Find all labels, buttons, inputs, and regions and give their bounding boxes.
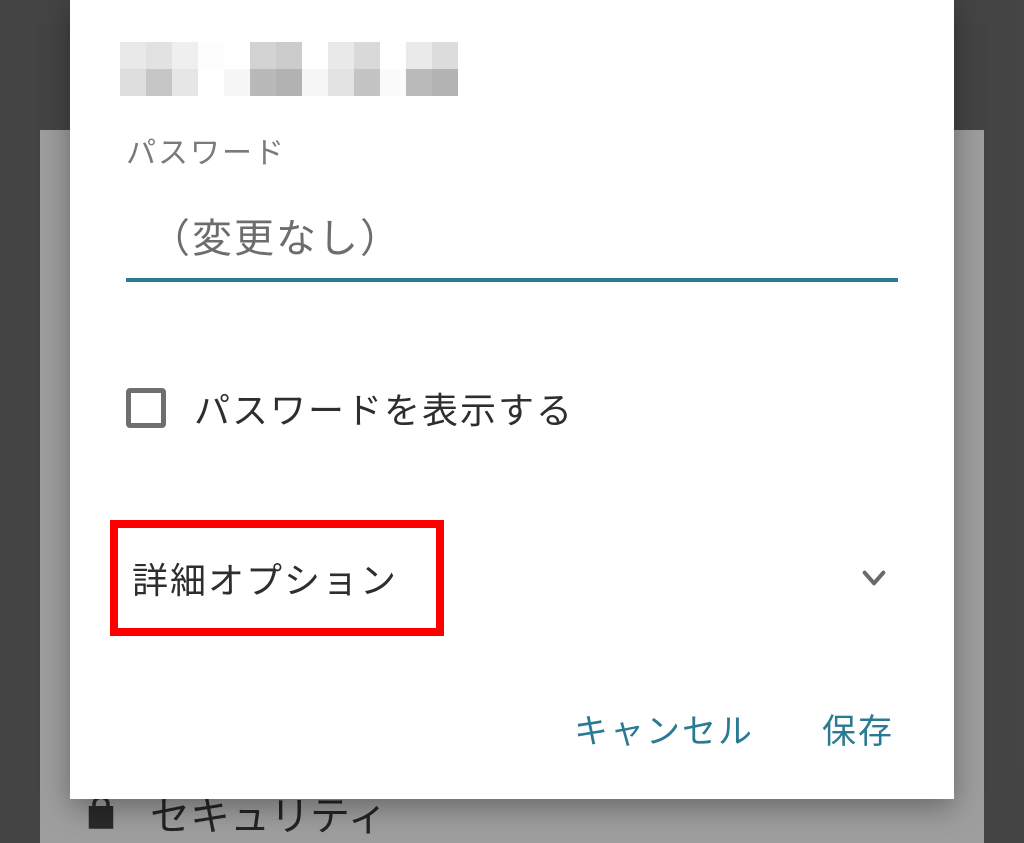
dialog-title-redacted: [120, 42, 490, 96]
advanced-options-highlight: 詳細オプション: [110, 520, 444, 636]
show-password-row[interactable]: パスワードを表示する: [70, 382, 954, 434]
password-label: パスワード: [126, 128, 898, 172]
dialog-actions: キャンセル 保存: [570, 696, 898, 761]
save-button[interactable]: 保存: [818, 696, 898, 761]
show-password-label: パスワードを表示する: [194, 382, 574, 434]
show-password-checkbox[interactable]: [126, 388, 166, 428]
password-input[interactable]: [150, 206, 898, 264]
password-input-underline: [126, 206, 898, 282]
wifi-edit-dialog: パスワード パスワードを表示する 詳細オプション キャンセル 保存: [70, 0, 954, 799]
chevron-down-icon: [858, 562, 890, 594]
advanced-options-label: 詳細オプション: [132, 552, 398, 604]
advanced-options-row[interactable]: 詳細オプション: [70, 520, 954, 636]
cancel-button[interactable]: キャンセル: [570, 696, 758, 761]
dialog-title-area: [70, 42, 954, 122]
password-field-block: パスワード: [70, 128, 954, 282]
